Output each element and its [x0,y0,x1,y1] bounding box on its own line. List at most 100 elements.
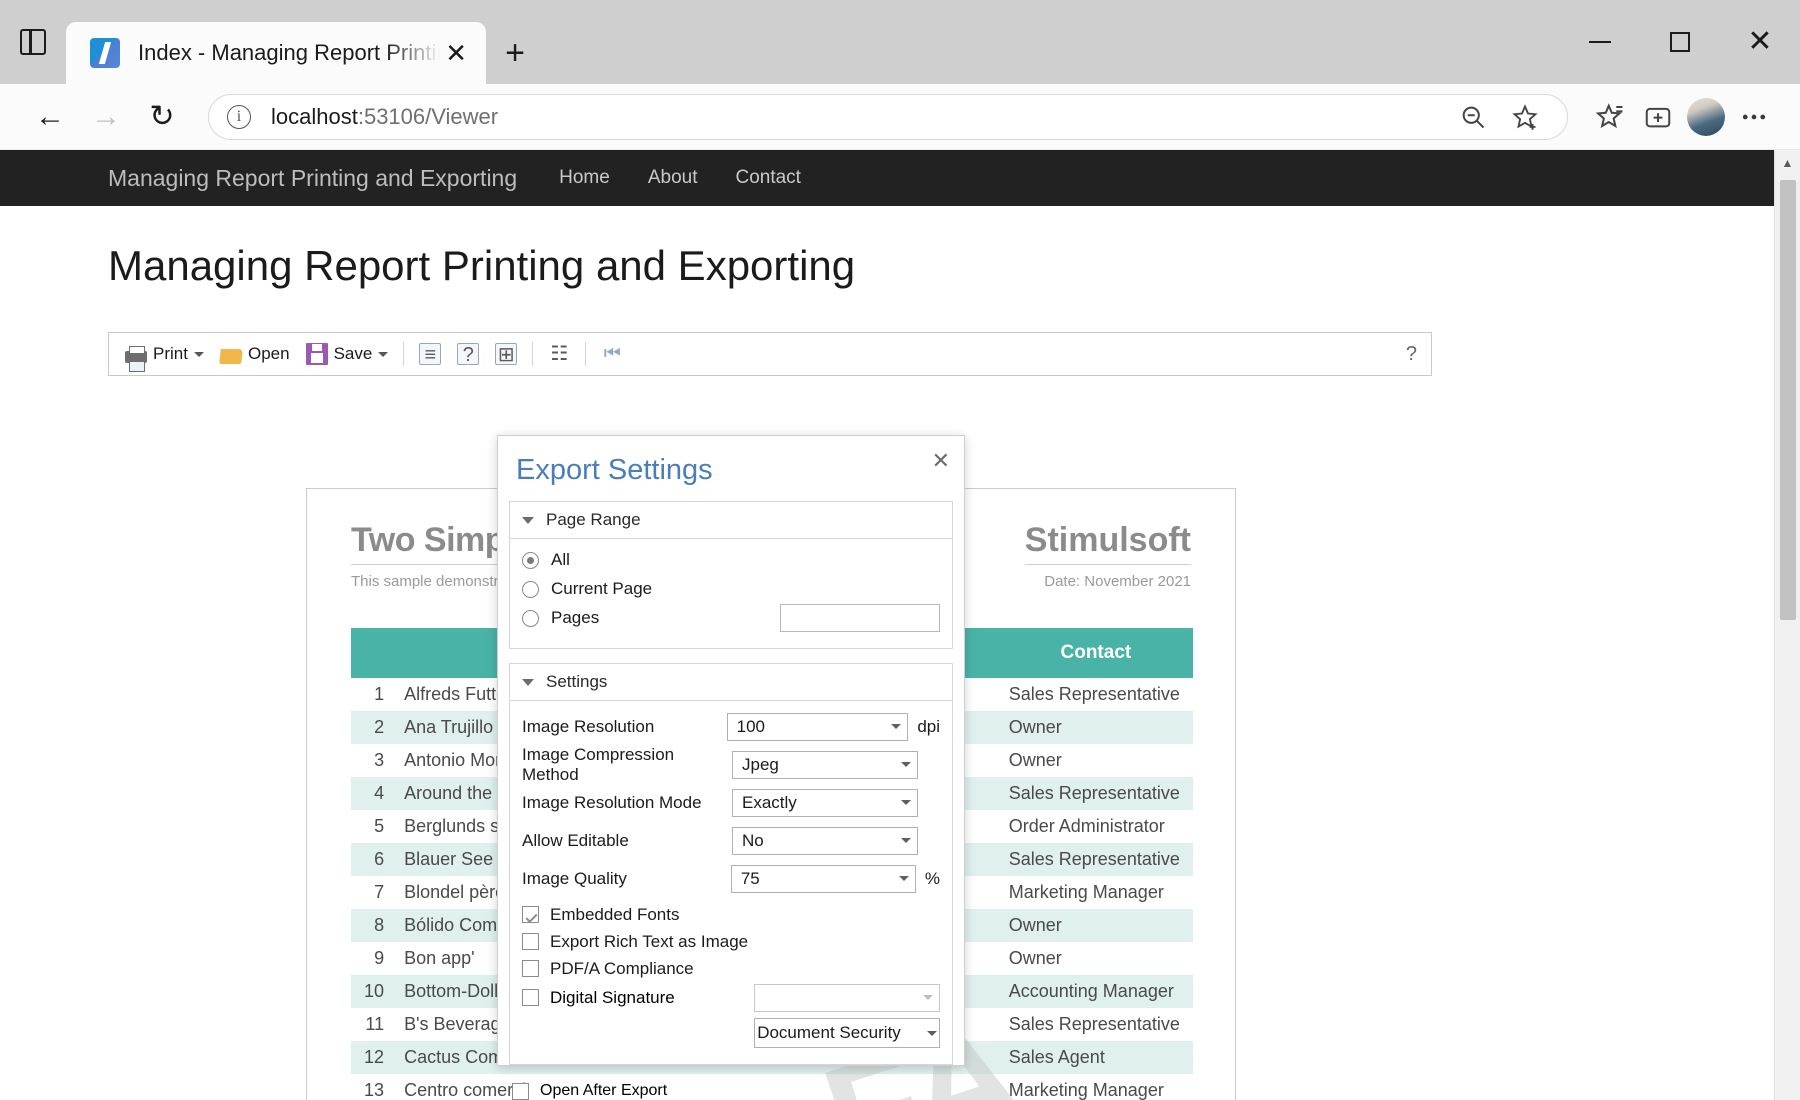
checkbox-export-rich-text-as-image[interactable] [522,933,539,950]
radio-all-label: All [551,550,570,569]
checkbox-embedded-fonts[interactable] [522,906,539,923]
combo-image-compression-method[interactable]: Jpeg [732,750,918,779]
add-favorite-icon[interactable] [1501,93,1549,141]
combo-image-quality[interactable]: 75 [730,864,916,893]
navbar-brand[interactable]: Managing Report Printing and Exporting [108,165,517,192]
label-allow-editable: Allow Editable [522,830,629,850]
back-button[interactable]: ← [22,89,78,145]
parameters-button[interactable]: ? [449,336,487,372]
combo-allow-editable-value: No [742,830,764,850]
checkbox-row-embedded-fonts[interactable]: Embedded Fonts [522,901,940,928]
chevron-down-icon [891,724,902,729]
collections-icon[interactable] [1586,93,1634,141]
new-tab-button[interactable]: + [486,22,544,84]
radio-row-all[interactable]: All [522,549,940,571]
combo-image-resolution-mode[interactable]: Exactly [732,788,918,817]
nav-link-home[interactable]: Home [559,167,610,189]
open-after-export-row[interactable]: Open After Export [498,1065,964,1100]
cell-index: 2 [351,711,395,744]
export-settings-dialog: Export Settings ✕ Page Range All Current… [497,435,965,1100]
nav-link-about[interactable]: About [648,167,698,189]
unit-percent: % [924,868,940,888]
chevron-down-icon [901,838,911,843]
cell-contact: Owner [998,909,1193,942]
scrollbar-thumb[interactable] [1780,180,1796,620]
open-button[interactable]: Open [212,336,298,372]
maximize-icon [1670,32,1690,52]
browser-tab[interactable]: Index - Managing Report Printing ✕ [66,22,486,84]
combo-image-resolution[interactable]: 100 [726,712,909,741]
cell-contact: Sales Representative [998,843,1193,876]
save-button[interactable]: Save [298,336,397,372]
settings-more-icon[interactable] [1730,93,1778,141]
radio-row-pages[interactable]: Pages [522,604,940,632]
page-scrollbar[interactable]: ▲ [1774,150,1800,1100]
find-button[interactable]: ☷ [540,336,578,372]
window-maximize-button[interactable] [1640,0,1720,84]
checkbox-open-after-export[interactable] [512,1082,529,1100]
reload-icon: ↻ [149,100,175,133]
tab-actions-button[interactable] [0,0,66,84]
help-button[interactable]: ? [1406,343,1417,366]
report-brand: Stimulsoft [1024,521,1191,565]
document-security-button[interactable]: Document Security [754,1018,940,1048]
page-range-header[interactable]: Page Range [510,502,952,539]
radio-row-current-page[interactable]: Current Page [522,578,940,600]
combo-allow-editable[interactable]: No [732,826,918,855]
chevron-down-icon [898,876,909,881]
profile-avatar[interactable] [1682,93,1730,141]
first-page-icon: ⏮ [603,343,621,364]
combo-digital-signature[interactable] [754,983,940,1012]
zoom-out-icon[interactable] [1449,93,1497,141]
chevron-down-icon [923,995,933,1000]
checkbox-pdfa-compliance[interactable] [522,960,539,977]
field-image-resolution-mode: Image Resolution Mode Exactly [522,787,940,818]
combo-image-resolution-mode-value: Exactly [742,792,797,812]
window-minimize-button[interactable] [1560,0,1640,84]
reload-button[interactable]: ↻ [134,89,190,145]
nav-link-contact[interactable]: Contact [735,167,800,189]
pages-input[interactable] [780,604,940,632]
forward-button[interactable]: → [78,89,134,145]
first-page-button[interactable]: ⏮ [593,336,631,372]
chevron-down-icon[interactable] [193,351,204,357]
cell-index: 5 [374,816,385,836]
radio-current-page[interactable] [522,580,539,598]
toolbar-divider [403,342,405,366]
field-allow-editable: Allow Editable No [522,825,940,856]
checkbox-digital-signature[interactable] [522,989,539,1006]
window-close-button[interactable]: ✕ [1720,0,1800,84]
chevron-down-icon[interactable] [378,351,389,357]
settings-body: Image Resolution 100 dpi Image Compressi… [510,701,952,1064]
minimize-icon [1589,41,1611,43]
cell-contact: Sales Agent [998,1041,1193,1074]
open-label: Open [247,344,290,363]
dialog-close-icon[interactable]: ✕ [932,450,950,472]
checkbox-row-pdfa-compliance[interactable]: PDF/A Compliance [522,955,940,982]
settings-group: Settings Image Resolution 100 dpi Image … [509,663,953,1065]
cell-contact: Owner [1008,948,1062,968]
bookmarks-button[interactable]: ≡ [411,336,449,372]
radio-pages[interactable] [522,609,539,627]
print-button[interactable]: Print [117,336,212,372]
report-brand-block: Stimulsoft Date: November 2021 [1024,515,1191,590]
settings-header[interactable]: Settings [510,664,952,701]
cell-index: 13 [364,1080,385,1100]
checkbox-row-export-rich-text-as-image[interactable]: Export Rich Text as Image [522,928,940,955]
tab-close-icon[interactable]: ✕ [440,40,472,66]
cell-index: 8 [351,909,395,942]
document-security-label: Document Security [757,1023,901,1042]
window-controls: ✕ [1560,0,1800,84]
page-range-label: Page Range [546,510,641,529]
cell-index: 4 [351,777,395,810]
back-arrow-icon: ← [35,99,65,133]
cell-index: 1 [374,684,385,704]
browser-essentials-icon[interactable] [1634,93,1682,141]
browser-titlebar: Index - Managing Report Printing ✕ + ✕ [0,0,1800,84]
page-copy-button[interactable]: ⊞ [487,336,525,372]
address-bar[interactable]: i localhost:53106/Viewer [208,93,1568,141]
radio-pages-label: Pages [551,608,600,627]
scroll-up-icon[interactable]: ▲ [1775,150,1800,176]
info-icon[interactable]: i [227,104,251,129]
radio-all[interactable] [522,551,539,569]
